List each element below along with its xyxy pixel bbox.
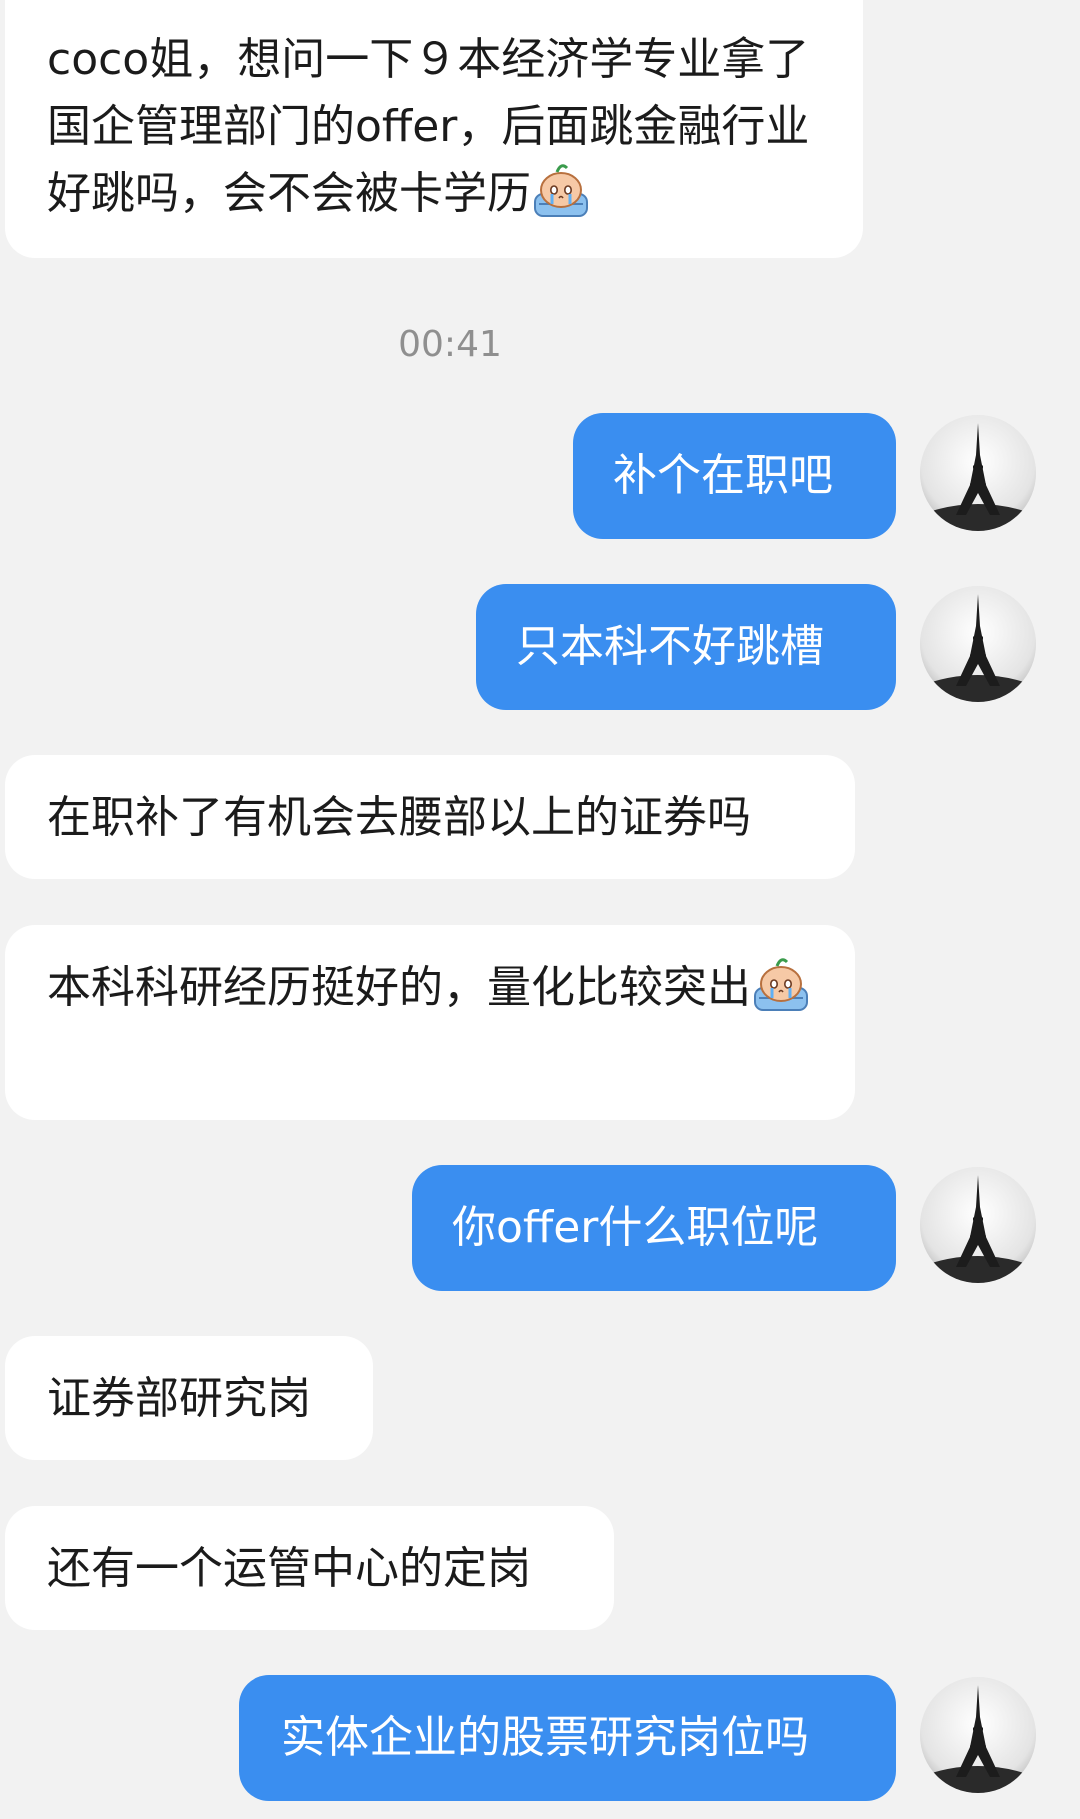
user-avatar[interactable] [920, 415, 1036, 531]
message-text: 实体企业的股票研究岗位吗 [281, 1712, 809, 1763]
eiffel-tower-avatar-icon [920, 1167, 1036, 1283]
incoming-message-bubble[interactable]: 还有一个运管中心的定岗 [5, 1506, 614, 1630]
message-text: coco姐，想问一下９本经济学专业拿了国企管理部门的offer，后面跳金融行业好… [47, 34, 810, 219]
crying-peach-emoji-icon [751, 954, 811, 1014]
message-timestamp: 00:41 [398, 324, 502, 365]
outgoing-message-bubble[interactable]: 补个在职吧 [573, 413, 896, 539]
message-text: 证券部研究岗 [47, 1373, 311, 1424]
message-text: 只本科不好跳槽 [516, 621, 824, 672]
user-avatar[interactable] [920, 1167, 1036, 1283]
eiffel-tower-avatar-icon [920, 586, 1036, 702]
message-text: 你offer什么职位呢 [452, 1202, 819, 1253]
incoming-message-bubble[interactable]: 本科科研经历挺好的，量化比较突出 [5, 925, 855, 1120]
crying-peach-emoji-icon [531, 160, 591, 220]
chat-view: coco姐，想问一下９本经济学专业拿了国企管理部门的offer，后面跳金融行业好… [0, 0, 1080, 1819]
user-avatar[interactable] [920, 586, 1036, 702]
outgoing-message-bubble[interactable]: 实体企业的股票研究岗位吗 [239, 1675, 896, 1801]
eiffel-tower-avatar-icon [920, 1677, 1036, 1793]
user-avatar[interactable] [920, 1677, 1036, 1793]
outgoing-message-bubble[interactable]: 你offer什么职位呢 [412, 1165, 896, 1291]
message-text: 本科科研经历挺好的，量化比较突出 [47, 962, 751, 1013]
outgoing-message-bubble[interactable]: 只本科不好跳槽 [476, 584, 896, 710]
message-text: 在职补了有机会去腰部以上的证券吗 [47, 792, 751, 843]
eiffel-tower-avatar-icon [920, 415, 1036, 531]
incoming-message-bubble[interactable]: 证券部研究岗 [5, 1336, 373, 1460]
incoming-message-bubble[interactable]: 在职补了有机会去腰部以上的证券吗 [5, 755, 855, 879]
incoming-message-bubble[interactable]: coco姐，想问一下９本经济学专业拿了国企管理部门的offer，后面跳金融行业好… [5, 0, 863, 258]
message-text: 还有一个运管中心的定岗 [47, 1543, 531, 1594]
message-text: 补个在职吧 [613, 450, 833, 501]
